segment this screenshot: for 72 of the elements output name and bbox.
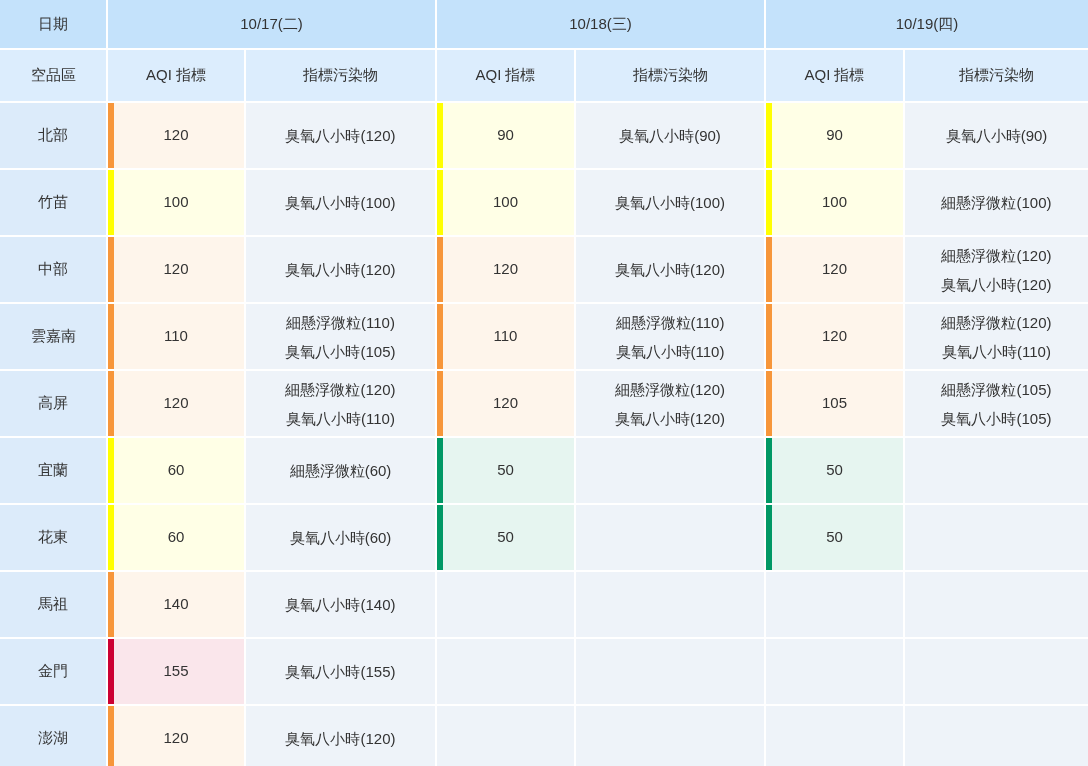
header-cell: 指標污染物 — [576, 50, 764, 101]
header-cell: 指標污染物 — [905, 50, 1088, 101]
aqi-value: 100 — [822, 192, 847, 213]
aqi-value: 50 — [826, 460, 843, 481]
aqi-value: 50 — [497, 460, 514, 481]
aqi-value: 120 — [822, 326, 847, 347]
region-cell: 竹苗 — [0, 170, 106, 235]
header-cell: AQI 指標 — [108, 50, 244, 101]
pollutant-text: 細懸浮微粒(105) — [941, 379, 1052, 400]
pollutant-text: 臭氧八小時(100) — [285, 193, 396, 213]
aqi-value: 155 — [163, 661, 189, 682]
aqi-value: 60 — [167, 527, 185, 548]
pollutant-text: 臭氧八小時(90) — [945, 126, 1048, 146]
pollutant-text: 臭氧八小時(120) — [941, 274, 1052, 295]
region-cell: 澎湖 — [0, 706, 106, 766]
header-cell: 指標污染物 — [246, 50, 435, 101]
pollutant-text: 臭氧八小時(110) — [286, 408, 395, 429]
aqi-value: 100 — [493, 192, 518, 213]
pollutant-text: 細懸浮微粒(120) — [941, 312, 1052, 333]
header-cell: AQI 指標 — [766, 50, 903, 101]
pollutant-text: 臭氧八小時(105) — [285, 341, 396, 362]
region-cell: 高屏 — [0, 371, 106, 436]
region-cell: 雲嘉南 — [0, 304, 106, 369]
aqi-value: 50 — [826, 527, 843, 548]
pollutant-text: 細懸浮微粒(100) — [941, 193, 1052, 213]
pollutant-text: 細懸浮微粒(110) — [286, 312, 395, 333]
aqi-value: 50 — [497, 527, 514, 548]
pollutant-text: 臭氧八小時(100) — [615, 193, 725, 213]
header-cell: AQI 指標 — [437, 50, 574, 101]
date-header: 10/18(三) — [437, 0, 764, 48]
date-header: 10/17(二) — [108, 0, 435, 48]
aqi-value: 60 — [167, 460, 185, 481]
pollutant-text: 臭氧八小時(155) — [285, 662, 396, 682]
aqi-value: 120 — [163, 259, 189, 280]
pollutant-text: 臭氧八小時(110) — [615, 341, 725, 362]
region-cell: 北部 — [0, 103, 106, 168]
aqi-value: 120 — [493, 393, 518, 414]
pollutant-text: 臭氧八小時(110) — [942, 341, 1051, 362]
aqi-value: 90 — [826, 125, 843, 146]
region-cell: 宜蘭 — [0, 438, 106, 503]
aqi-value: 110 — [164, 326, 188, 347]
pollutant-text: 臭氧八小時(120) — [615, 408, 725, 429]
aqi-value: 90 — [497, 125, 514, 146]
pollutant-text: 臭氧八小時(105) — [941, 408, 1052, 429]
aqi-value: 140 — [163, 594, 189, 615]
header-cell: 空品區 — [0, 50, 106, 101]
header-cell: 日期 — [0, 0, 106, 48]
region-cell: 金門 — [0, 639, 106, 704]
pollutant-text: 臭氧八小時(60) — [289, 528, 392, 548]
date-header: 10/19(四) — [766, 0, 1088, 48]
pollutant-text: 細懸浮微粒(120) — [941, 245, 1052, 266]
aqi-value: 120 — [822, 259, 847, 280]
pollutant-text: 臭氧八小時(120) — [285, 729, 396, 749]
pollutant-text: 臭氧八小時(140) — [285, 595, 396, 615]
aqi-value: 100 — [163, 192, 189, 213]
aqi-value: 105 — [822, 393, 847, 414]
pollutant-text: 細懸浮微粒(120) — [615, 379, 725, 400]
aqi-value: 120 — [163, 728, 189, 749]
aqi-value: 120 — [163, 393, 189, 414]
pollutant-text: 細懸浮微粒(60) — [289, 461, 392, 481]
aqi-value: 120 — [493, 259, 518, 280]
aqi-value: 120 — [163, 125, 189, 146]
region-cell: 花東 — [0, 505, 106, 570]
pollutant-text: 臭氧八小時(120) — [285, 126, 396, 146]
region-cell: 中部 — [0, 237, 106, 302]
pollutant-text: 細懸浮微粒(110) — [615, 312, 725, 333]
aqi-value: 110 — [493, 326, 518, 347]
pollutant-text: 臭氧八小時(120) — [615, 260, 725, 280]
pollutant-text: 細懸浮微粒(120) — [285, 379, 396, 400]
pollutant-text: 臭氧八小時(90) — [619, 126, 721, 146]
pollutant-text: 臭氧八小時(120) — [285, 260, 396, 280]
region-cell: 馬祖 — [0, 572, 106, 637]
